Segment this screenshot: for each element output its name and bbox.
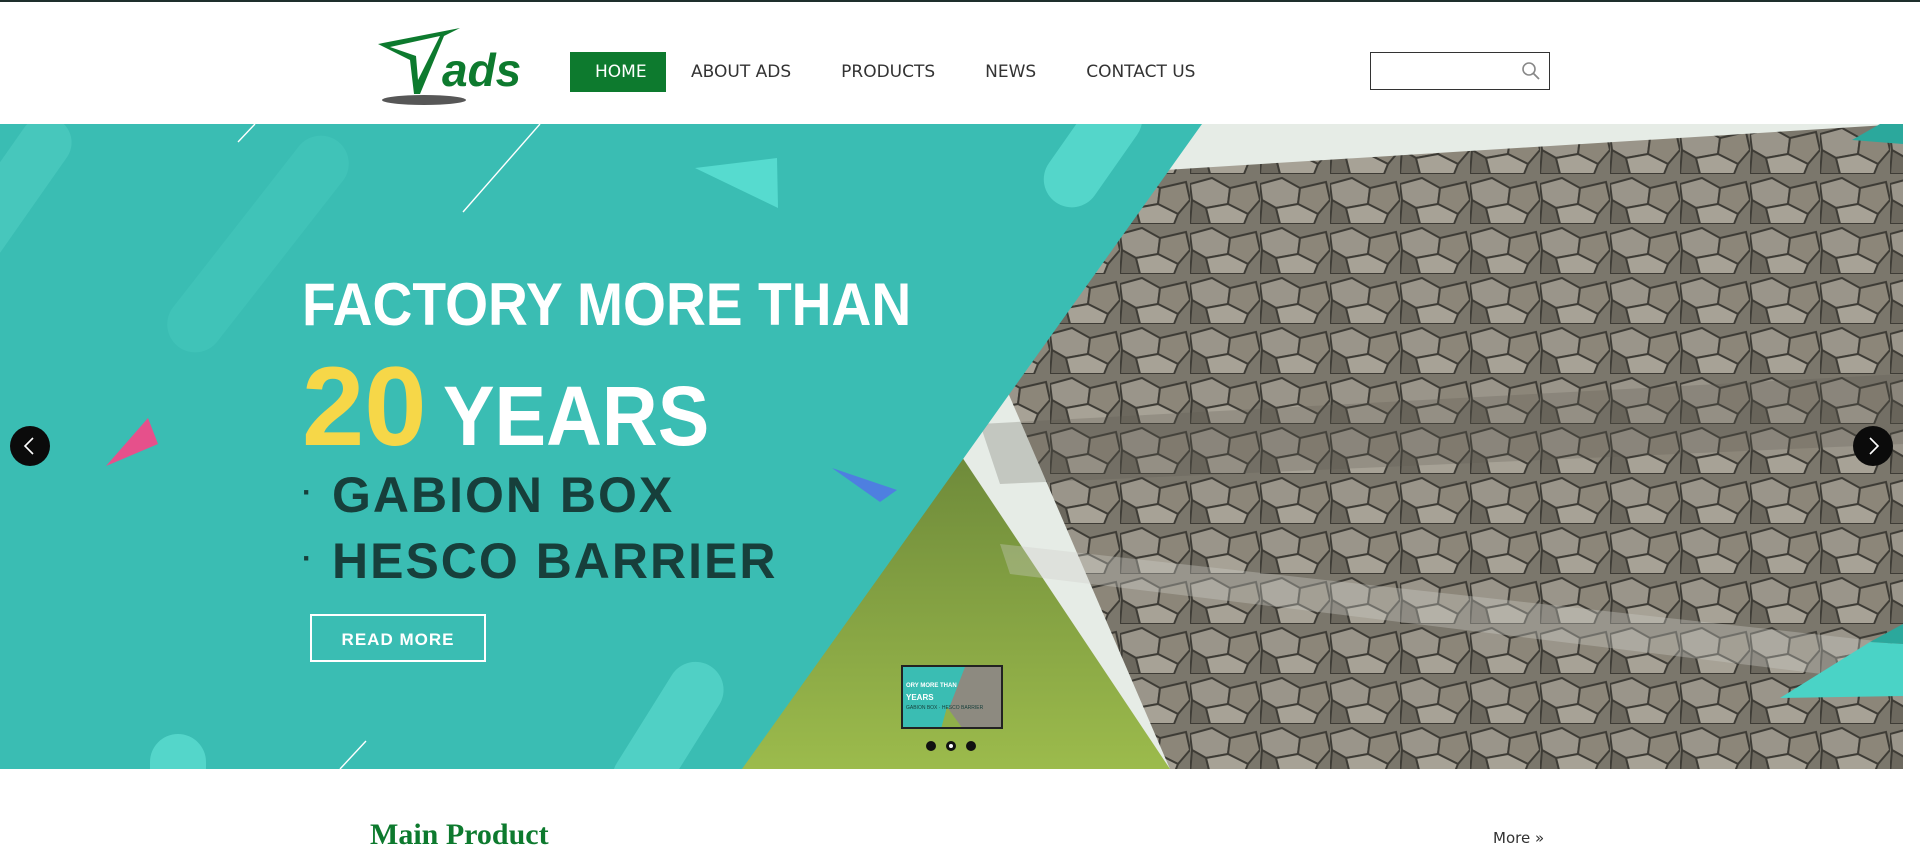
logo-text: ads	[442, 44, 521, 96]
bullet-dot: ·	[302, 541, 314, 575]
slider-pagination	[926, 741, 976, 751]
search-input[interactable]	[1371, 53, 1525, 87]
slider-prev-button[interactable]	[10, 426, 50, 466]
years-word: YEARS	[442, 369, 709, 463]
site-header: ads HOME ABOUT ADS PRODUCTS NEWS CONTACT…	[0, 2, 1920, 124]
nav-about-ads[interactable]: ABOUT ADS	[666, 52, 816, 92]
nav-news[interactable]: NEWS	[960, 52, 1061, 92]
slide-dot-1[interactable]	[926, 741, 936, 751]
bullet-text: GABION BOX	[332, 467, 675, 523]
main-nav: HOME ABOUT ADS PRODUCTS NEWS CONTACT US	[570, 52, 1220, 92]
chevron-right-icon	[1869, 437, 1880, 455]
bullet-item: · GABION BOX	[302, 464, 777, 530]
bullet-dot: ·	[302, 475, 314, 509]
thumb-line3: GABION BOX · HESCO BARRIER	[906, 705, 984, 711]
nav-home[interactable]: HOME	[570, 52, 666, 92]
slide-thumbnail-preview: ORY MORE THAN YEARS GABION BOX · HESCO B…	[901, 665, 1003, 729]
slide-dot-2[interactable]	[946, 741, 956, 751]
main-product-title: Main Product	[370, 818, 549, 851]
banner-bullets: · GABION BOX · HESCO BARRIER	[302, 464, 777, 596]
read-more-button[interactable]: READ MORE	[310, 614, 486, 662]
bullet-text: HESCO BARRIER	[332, 532, 778, 589]
years-number: 20	[302, 344, 427, 469]
brand-logo[interactable]: ads	[372, 14, 532, 110]
more-link[interactable]: More »	[1493, 829, 1544, 847]
search-box	[1370, 52, 1550, 90]
banner-headline: FACTORY MORE THAN	[302, 271, 912, 338]
thumb-line2: YEARS	[906, 693, 934, 702]
bullet-item: · HESCO BARRIER	[302, 530, 777, 596]
nav-contact-us[interactable]: CONTACT US	[1061, 52, 1220, 92]
chevron-left-icon	[23, 437, 34, 455]
nav-products[interactable]: PRODUCTS	[816, 52, 960, 92]
hero-slider: FACTORY MORE THAN 20 YEARS · GABION BOX · H…	[0, 124, 1903, 769]
slide-dot-3[interactable]	[966, 741, 976, 751]
slider-next-button[interactable]	[1853, 426, 1893, 466]
search-icon[interactable]	[1521, 61, 1541, 81]
logo-mark-icon: ads	[378, 28, 521, 105]
thumb-line1: ORY MORE THAN	[906, 683, 957, 689]
banner-years: 20 YEARS	[302, 342, 732, 471]
